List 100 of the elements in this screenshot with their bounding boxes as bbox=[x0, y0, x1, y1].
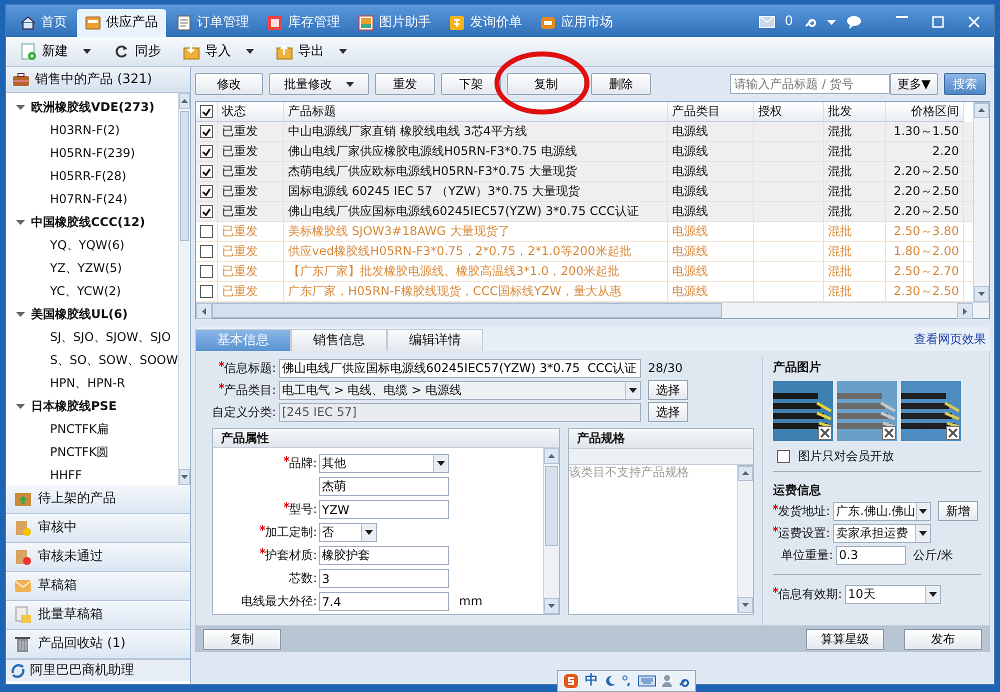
select-button[interactable]: 选择 bbox=[648, 402, 688, 422]
sidebar-item[interactable]: 审核中 bbox=[38, 520, 77, 536]
action-button[interactable]: 删除 bbox=[591, 73, 651, 95]
scrollbar[interactable] bbox=[973, 102, 989, 302]
action-button[interactable]: 复制 bbox=[507, 73, 585, 95]
action-button[interactable]: 修改 bbox=[195, 73, 263, 95]
scrollbar[interactable] bbox=[737, 465, 753, 613]
footer-button[interactable]: 发布 bbox=[904, 628, 982, 650]
more-button[interactable]: 更多▼ bbox=[890, 73, 938, 95]
tab[interactable]: 销售信息 bbox=[291, 329, 387, 351]
column-header[interactable]: 批发 bbox=[824, 102, 886, 122]
action-button[interactable]: 下架 bbox=[441, 73, 501, 95]
clipboard-icon bbox=[14, 519, 32, 537]
table-cell: 2.20～2.50 bbox=[894, 164, 959, 179]
dropdown-field[interactable]: 电工电气 > 电线、电缆 > 电源线 bbox=[279, 380, 641, 400]
column-header[interactable]: 产品标题 bbox=[284, 102, 668, 122]
input-field[interactable]: 3 bbox=[319, 569, 449, 588]
dropdown-field[interactable]: 卖家承担运费 bbox=[833, 524, 932, 543]
nav-tab[interactable]: 首页 bbox=[12, 9, 75, 37]
tree-item[interactable]: YQ、YQW(6) bbox=[50, 238, 124, 253]
remove-button[interactable] bbox=[818, 426, 832, 440]
tree-item[interactable]: H03RN-F(2) bbox=[50, 123, 120, 138]
input-field[interactable]: YZW bbox=[319, 500, 449, 519]
tree-group[interactable]: 中国橡胶线CCC(12) bbox=[31, 215, 146, 230]
dropdown-field[interactable]: 10天 bbox=[845, 584, 942, 604]
checkbox-label[interactable]: 图片只对会员开放 bbox=[798, 449, 894, 464]
toolbar-button[interactable]: 同步 bbox=[113, 43, 161, 60]
scrollbar[interactable] bbox=[543, 448, 559, 614]
caret-icon bbox=[929, 592, 938, 597]
input-field[interactable]: 橡胶护套 bbox=[319, 546, 449, 565]
input-field[interactable]: 0.3 bbox=[836, 546, 906, 565]
tree-item[interactable]: PNCTFK扁 bbox=[50, 422, 109, 437]
checkbox[interactable] bbox=[200, 185, 213, 198]
checkbox[interactable] bbox=[200, 105, 213, 118]
tree-item[interactable]: H07RN-F(24) bbox=[50, 192, 128, 207]
tree-group[interactable]: 美国橡胶线UL(6) bbox=[31, 307, 128, 322]
input-field[interactable]: 7.4 bbox=[319, 592, 449, 611]
tree-group[interactable]: 日本橡胶线PSE bbox=[31, 399, 117, 414]
scrollbar[interactable] bbox=[196, 302, 989, 318]
checkbox[interactable] bbox=[200, 165, 213, 178]
remove-button[interactable] bbox=[882, 426, 896, 440]
tree-item[interactable]: H05RR-F(28) bbox=[50, 169, 126, 184]
action-button[interactable]: 批量修改 bbox=[269, 73, 369, 95]
toolbar-button[interactable]: 导出 bbox=[276, 43, 347, 60]
keyboard-icon bbox=[638, 675, 656, 687]
preview-link[interactable]: 查看网页效果 bbox=[914, 332, 990, 346]
sidebar-item[interactable]: 批量草稿箱 bbox=[38, 607, 103, 623]
down-arrow-icon bbox=[548, 604, 555, 608]
tree-item[interactable]: HHFF bbox=[50, 468, 82, 483]
tree-item[interactable]: HPN、HPN-R bbox=[50, 376, 126, 391]
tree-item[interactable]: PNCTFK圆 bbox=[50, 445, 109, 460]
checkbox[interactable] bbox=[200, 285, 213, 298]
copy-button[interactable]: 复制 bbox=[203, 628, 281, 650]
action-button[interactable]: 重发 bbox=[375, 73, 435, 95]
toolbar-button[interactable]: 新建 bbox=[20, 43, 91, 60]
table-cell: 混批 bbox=[828, 204, 852, 219]
table-cell: 2.20～2.50 bbox=[894, 204, 959, 219]
nav-tab[interactable]: 订单管理 bbox=[168, 9, 257, 37]
tree-item[interactable]: YZ、YZW(5) bbox=[50, 261, 122, 276]
table-cell: 电源线 bbox=[672, 264, 708, 279]
tree-item[interactable]: SJ、SJO、SJOW、SJO bbox=[50, 330, 171, 345]
dropdown-field[interactable]: 广东.佛山.佛山 bbox=[833, 502, 932, 521]
checkbox[interactable] bbox=[200, 125, 213, 138]
panel-title: 产品属性 bbox=[213, 429, 559, 448]
tree-item[interactable]: H05RN-F(239) bbox=[50, 146, 136, 161]
nav-tab[interactable]: 库存管理 bbox=[259, 9, 348, 37]
scrollbar[interactable] bbox=[178, 93, 190, 485]
checkbox[interactable] bbox=[777, 450, 790, 463]
add-button[interactable]: 新增 bbox=[938, 501, 978, 522]
dropdown-field[interactable]: 其他 bbox=[319, 454, 449, 473]
tree-item[interactable]: YC、YCW(2) bbox=[50, 284, 121, 299]
column-header[interactable]: 状态 bbox=[218, 102, 284, 122]
search-field[interactable]: 请输入产品标题 / 货号 bbox=[730, 74, 890, 94]
dropdown-field[interactable]: 否 bbox=[319, 523, 377, 542]
input-field[interactable]: 佛山电线厂供应国标电源线60245IEC57(YZW) 3*0.75 CCC认证 bbox=[279, 358, 641, 378]
input-field[interactable]: [245 IEC 57] bbox=[279, 402, 641, 422]
remove-button[interactable] bbox=[946, 426, 960, 440]
checkbox[interactable] bbox=[200, 225, 213, 238]
column-header[interactable]: 产品类目 bbox=[668, 102, 754, 122]
checkbox[interactable] bbox=[200, 205, 213, 218]
select-button[interactable]: 选择 bbox=[648, 380, 688, 400]
nav-tab[interactable]: 发询价单 bbox=[441, 9, 530, 37]
sidebar-item[interactable]: 审核未通过 bbox=[38, 549, 103, 565]
checkbox[interactable] bbox=[200, 245, 213, 258]
input-mode[interactable]: 中 bbox=[585, 673, 598, 689]
input-field[interactable]: 杰萌 bbox=[319, 477, 449, 496]
tree-group[interactable]: 欧洲橡胶线VDE(273) bbox=[31, 100, 154, 115]
tree-item[interactable]: S、SO、SOW、SOOW bbox=[50, 353, 178, 368]
sidebar-item[interactable]: 草稿箱 bbox=[38, 578, 77, 594]
column-header[interactable]: 价格区间 bbox=[886, 102, 964, 122]
column-header[interactable]: 授权 bbox=[754, 102, 824, 122]
tab[interactable]: 编辑详情 bbox=[387, 329, 483, 351]
footer-button[interactable]: 算算星级 bbox=[806, 628, 884, 650]
toolbar-button[interactable]: 导入 bbox=[183, 43, 254, 60]
unit-label: 公斤/米 bbox=[913, 548, 954, 563]
checkbox[interactable] bbox=[200, 145, 213, 158]
nav-tab[interactable]: 应用市场 bbox=[532, 9, 621, 37]
nav-tab[interactable]: 供应产品 bbox=[77, 9, 166, 37]
nav-tab[interactable]: 图片助手 bbox=[350, 9, 439, 37]
checkbox[interactable] bbox=[200, 265, 213, 278]
